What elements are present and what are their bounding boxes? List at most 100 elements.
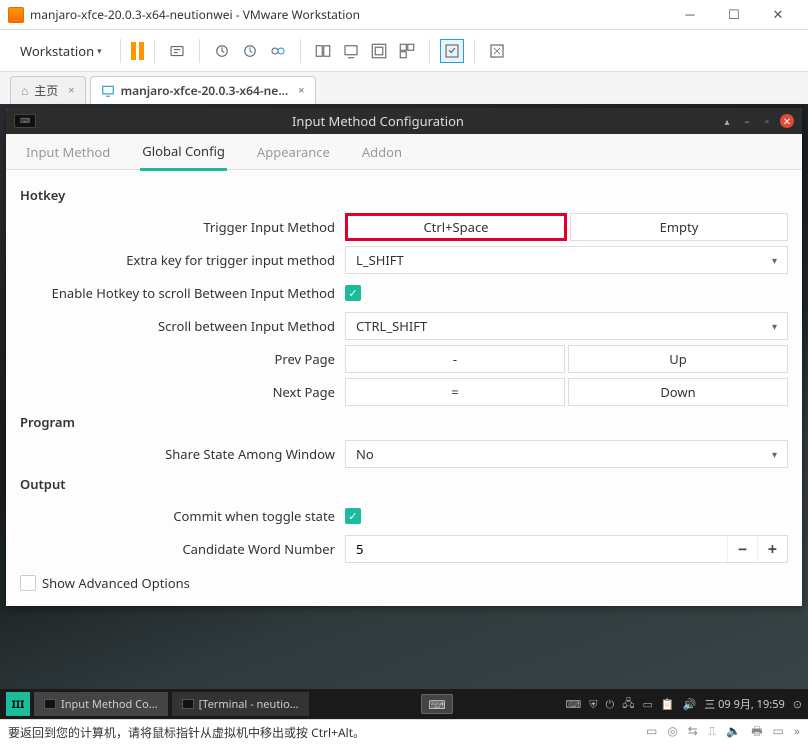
label-enable-scroll: Enable Hotkey to scroll Between Input Me… [20, 284, 345, 302]
tab-appearance[interactable]: Appearance [255, 135, 332, 169]
close-tab-icon[interactable]: × [68, 83, 74, 98]
close-button[interactable]: ✕ [756, 5, 800, 25]
workstation-menu[interactable]: Workstation [12, 38, 110, 64]
vmware-titlebar: manjaro-xfce-20.0.3-x64-neutionwei - VMw… [0, 0, 808, 30]
vmware-tabstrip: ⌂ 主页 × manjaro-xfce-20.0.3-x64-ne... × [0, 72, 808, 104]
section-program: Program [20, 413, 788, 431]
onscreen-keyboard-icon[interactable]: ⌨ [421, 694, 453, 714]
spinner-plus-button[interactable]: + [757, 536, 787, 562]
taskbar-item-label: Input Method Co... [61, 697, 158, 712]
home-icon: ⌂ [21, 82, 28, 99]
manjaro-menu-icon[interactable]: III [6, 692, 30, 716]
printer-icon[interactable]: 🖶 [751, 722, 762, 743]
send-ctrl-alt-del-icon[interactable] [165, 39, 189, 63]
close-tab-icon[interactable]: × [298, 83, 304, 98]
minimize-button[interactable]: ─ [668, 5, 712, 25]
maximize-dialog-button[interactable]: ▫ [760, 114, 774, 128]
home-tab-label: 主页 [34, 82, 58, 99]
prev-page-key-2[interactable]: Up [568, 345, 788, 373]
guest-display[interactable]: ⌨ Input Method Configuration ▴ – ▫ ✕ Inp… [0, 104, 808, 719]
clock[interactable]: 三 09 9月, 19:59 [704, 696, 785, 712]
share-state-dropdown[interactable]: No [345, 440, 788, 468]
trigger-hotkey-2[interactable]: Empty [570, 213, 788, 241]
keyboard-icon [44, 699, 56, 709]
commit-toggle-checkbox[interactable] [345, 508, 361, 524]
section-output: Output [20, 475, 788, 493]
dialog-body: Hotkey Trigger Input Method Ctrl+Space E… [6, 170, 802, 606]
taskbar-item[interactable]: Input Method Co... [34, 692, 168, 716]
next-page-key-1[interactable]: = [345, 378, 565, 406]
enter-fullscreen-icon[interactable] [440, 39, 464, 63]
next-page-key-2[interactable]: Down [568, 378, 788, 406]
candidate-number-value[interactable]: 5 [346, 540, 727, 558]
dialog-title: Input Method Configuration [36, 112, 720, 130]
spinner-minus-button[interactable]: − [727, 536, 757, 562]
tab-input-method[interactable]: Input Method [24, 135, 112, 169]
dialog-titlebar[interactable]: ⌨ Input Method Configuration ▴ – ▫ ✕ [6, 108, 802, 134]
label-scroll-between: Scroll between Input Method [20, 317, 345, 335]
taskbar-item[interactable]: [Terminal - neutio... [172, 692, 309, 716]
shade-button[interactable]: ▴ [720, 114, 734, 128]
view-thumbnail-icon[interactable] [395, 39, 419, 63]
show-advanced-checkbox[interactable] [20, 575, 36, 591]
vmware-toolbar: Workstation [0, 30, 808, 72]
window-title: manjaro-xfce-20.0.3-x64-neutionwei - VMw… [30, 6, 668, 23]
vm-tab[interactable]: manjaro-xfce-20.0.3-x64-ne... × [90, 76, 316, 104]
tray-volume-icon[interactable]: 🔊 [683, 697, 697, 712]
tray-power-icon[interactable]: ⏻ [605, 697, 614, 712]
device-icons: ▭ ◎ ⇆ ⎍ 🔈 🖶 ▭ » [646, 722, 800, 743]
revert-snapshot-icon[interactable] [238, 39, 262, 63]
label-extra-key: Extra key for trigger input method [20, 251, 345, 269]
usb-icon[interactable]: ⎍ [708, 722, 716, 743]
label-candidate-number: Candidate Word Number [20, 540, 345, 558]
view-console-icon[interactable] [339, 39, 363, 63]
tray-keyboard-icon[interactable]: ⌨ [565, 697, 581, 712]
label-commit-toggle: Commit when toggle state [20, 507, 345, 525]
vmware-logo-icon [8, 7, 24, 23]
manage-snapshot-icon[interactable] [266, 39, 290, 63]
dialog-tabs: Input Method Global Config Appearance Ad… [6, 134, 802, 170]
taskbar-item-label: [Terminal - neutio... [199, 697, 299, 712]
extra-key-dropdown[interactable]: L_SHIFT [345, 246, 788, 274]
network-icon[interactable]: ⇆ [688, 722, 698, 743]
scroll-between-dropdown[interactable]: CTRL_SHIFT [345, 312, 788, 340]
tray-user-icon[interactable]: ⊙ [793, 697, 802, 712]
stretch-guest-icon[interactable] [485, 39, 509, 63]
display-icon[interactable]: ▭ [773, 722, 784, 743]
candidate-number-spinner[interactable]: 5 − + [345, 535, 788, 563]
vm-tab-label: manjaro-xfce-20.0.3-x64-ne... [121, 82, 289, 99]
tab-addon[interactable]: Addon [360, 135, 404, 169]
label-next-page: Next Page [20, 383, 345, 401]
tray-clipboard-icon[interactable]: 📋 [661, 697, 675, 712]
input-method-config-dialog: ⌨ Input Method Configuration ▴ – ▫ ✕ Inp… [6, 108, 802, 606]
section-hotkey: Hotkey [20, 186, 788, 204]
cd-icon[interactable]: ◎ [667, 722, 677, 743]
keyboard-icon: ⌨ [14, 114, 36, 128]
sound-icon[interactable]: 🔈 [726, 722, 741, 743]
terminal-icon [182, 699, 194, 709]
tray-network-icon[interactable]: 🖧 [622, 695, 634, 714]
label-prev-page: Prev Page [20, 350, 345, 368]
tab-global-config[interactable]: Global Config [140, 134, 227, 171]
view-unity-icon[interactable] [367, 39, 391, 63]
system-tray: ⌨ ⛨ ⏻ 🖧 ▭ 📋 🔊 三 09 9月, 19:59 ⊙ [565, 695, 802, 714]
minimize-dialog-button[interactable]: – [740, 114, 754, 128]
home-tab[interactable]: ⌂ 主页 × [10, 76, 86, 104]
hdd-icon[interactable]: ▭ [646, 722, 657, 743]
close-dialog-button[interactable]: ✕ [780, 114, 794, 128]
view-single-icon[interactable] [311, 39, 335, 63]
trigger-hotkey-1[interactable]: Ctrl+Space [345, 213, 567, 241]
prev-page-key-1[interactable]: - [345, 345, 565, 373]
tray-notifications-icon[interactable]: ▭ [642, 697, 652, 712]
pause-icon[interactable] [131, 42, 144, 60]
label-trigger: Trigger Input Method [20, 218, 345, 236]
snapshot-icon[interactable] [210, 39, 234, 63]
maximize-button[interactable]: ☐ [712, 5, 756, 25]
label-share-state: Share State Among Window [20, 445, 345, 463]
show-advanced-label: Show Advanced Options [42, 574, 190, 592]
tray-updates-icon[interactable]: ⛨ [589, 697, 597, 712]
enable-scroll-checkbox[interactable] [345, 285, 361, 301]
xfce-taskbar: III Input Method Co... [Terminal - neuti… [0, 689, 808, 719]
chevron-icon[interactable]: » [794, 722, 800, 743]
status-bar: 要返回到您的计算机，请将鼠标指针从虚拟机中移出或按 Ctrl+Alt。 ▭ ◎ … [0, 719, 808, 745]
